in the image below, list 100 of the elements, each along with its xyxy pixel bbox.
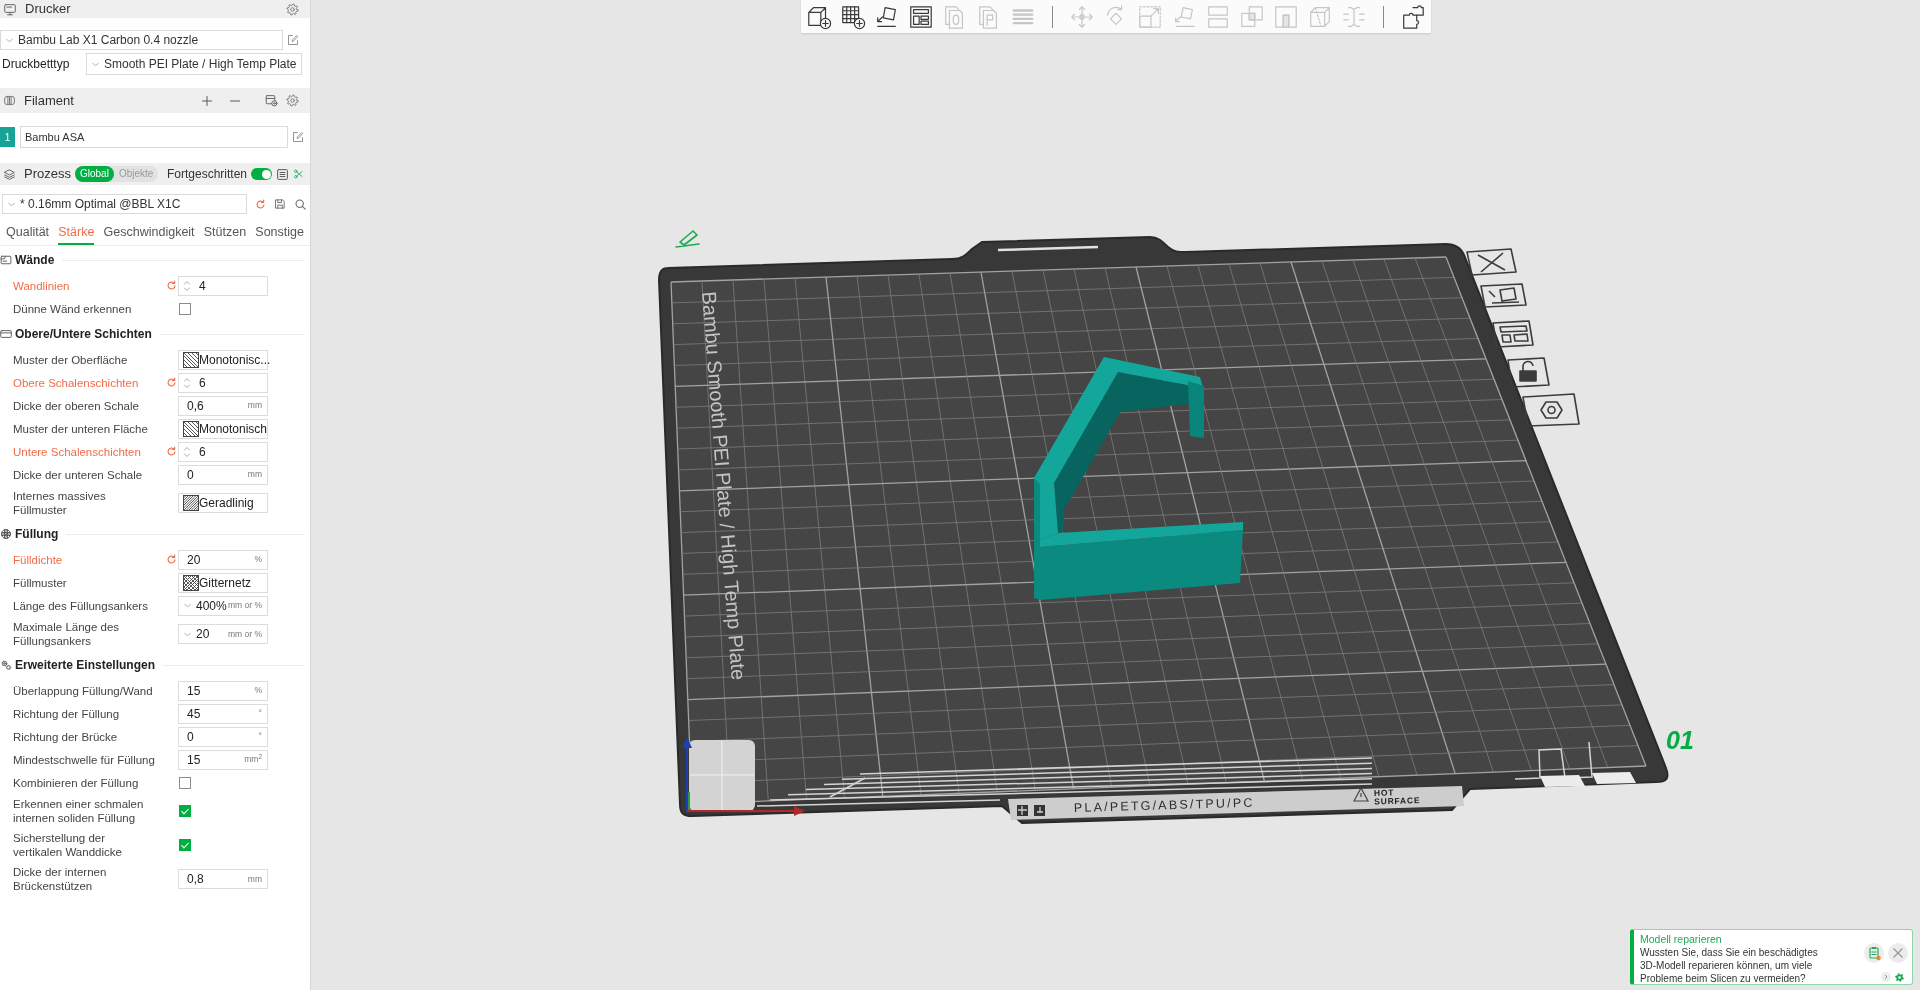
pattern-field[interactable]: Geradlinig <box>178 493 268 513</box>
scissors-icon[interactable] <box>293 168 304 180</box>
notification-title: Modell reparieren <box>1640 933 1723 946</box>
setting-label: Füllmuster <box>12 575 68 591</box>
toggle-switch[interactable] <box>251 168 272 180</box>
reset-arrow-icon[interactable] <box>166 446 177 457</box>
save-icon[interactable] <box>274 198 286 210</box>
panel-title: Drucker <box>25 0 71 19</box>
setting-label: Erkennen einer schmalen internen soliden Füllung <box>12 797 145 826</box>
warning-label: HOT SURFACE <box>1373 787 1421 807</box>
dropdown-field[interactable]: 400%mm or % <box>178 595 268 616</box>
setting-label: Kombinieren der Füllung <box>12 775 140 791</box>
list-icon[interactable] <box>276 167 289 181</box>
setting-label: Sicherstellung der vertikalen Wanddicke <box>12 831 123 860</box>
settings-tab[interactable]: Stützen <box>203 223 247 245</box>
setting-label: Maximale Länge des Füllungsankers <box>12 620 121 649</box>
edit-icon[interactable] <box>287 34 299 46</box>
stepper-arrows-icon[interactable] <box>183 444 191 459</box>
hatched-square-icon <box>183 495 199 511</box>
reset-arrow-icon[interactable] <box>166 280 177 291</box>
setting-label: Dicke der oberen Schale <box>12 398 140 414</box>
setting-label: Überlappung Füllung/Wand <box>12 683 154 699</box>
pattern-field[interactable]: Monotonisch <box>178 418 268 439</box>
section-title: Wände <box>15 252 55 269</box>
plate-type-label: Bambu Smooth PEI Plate / High Temp Plate <box>698 290 750 681</box>
checkbox[interactable] <box>179 776 191 789</box>
number-field[interactable]: 20 % <box>178 549 268 570</box>
pencil-icon[interactable] <box>675 230 700 248</box>
checkbox[interactable] <box>179 839 191 851</box>
chevron-down-icon[interactable] <box>183 601 192 610</box>
settings-tab[interactable]: Sonstige <box>255 223 304 245</box>
nut-icon[interactable] <box>1522 393 1580 427</box>
printer-select[interactable]: Bambu Lab X1 Carbon 0.4 nozzle <box>0 30 283 50</box>
spin-field[interactable]: 4 <box>178 275 268 296</box>
settings-icon[interactable] <box>286 94 299 107</box>
settings-tab[interactable]: Geschwindigkeit <box>103 223 195 245</box>
field-label: Druckbetttyp <box>1 56 71 73</box>
clipboard-icon[interactable] <box>1864 943 1884 963</box>
stepper-arrows-icon[interactable] <box>183 375 191 390</box>
warning-triangle-icon <box>1353 786 1369 802</box>
mesh-sphere-icon <box>0 528 12 540</box>
settings-icon[interactable] <box>286 2 299 16</box>
number-field[interactable]: 45 ° <box>178 703 268 724</box>
section-title: Erweiterte Einstellungen <box>15 657 156 674</box>
number-field[interactable]: 0,8 mm <box>178 869 268 889</box>
setting-label: Mindestschwelle für Füllung <box>12 752 156 768</box>
chevron-right-icon[interactable] <box>1881 972 1891 982</box>
filament-field[interactable]: Bambu ASA <box>20 126 288 148</box>
number-field[interactable]: 15 % <box>178 680 268 701</box>
tray-icon <box>0 254 12 266</box>
pattern-field[interactable]: Gitternetz <box>178 572 268 593</box>
setting-label: Obere Schalenschichten <box>12 375 140 391</box>
spin-field[interactable]: 6 <box>178 441 268 462</box>
setting-label: Untere Schalenschichten <box>12 444 142 460</box>
diagonal-lines-icon <box>183 351 199 368</box>
process-preset-select[interactable]: * 0.16mm Optimal @BBL X1C <box>2 194 247 214</box>
setting-label: Wandlinien <box>12 278 71 294</box>
number-field[interactable]: 0 mm <box>178 464 268 485</box>
setting-label: Dicke der internen Brückenstützen <box>12 865 108 894</box>
edit-icon[interactable] <box>292 131 304 143</box>
pattern-field[interactable]: Monotonisc... <box>178 349 268 370</box>
settings-tab[interactable]: Qualität <box>6 223 50 245</box>
advanced-label: Fortgeschritten <box>166 166 247 183</box>
setting-label: Muster der Oberfläche <box>12 352 129 368</box>
layout-icon[interactable] <box>907 3 934 30</box>
number-field[interactable]: 15 mm$^{2}$ <box>178 749 268 770</box>
setting-label: Muster der unteren Fläche <box>12 421 149 437</box>
close-icon[interactable] <box>1466 248 1517 276</box>
plate-logo-icon <box>1017 805 1045 816</box>
number-field[interactable]: 0,6 mm <box>178 395 268 416</box>
checkbox[interactable] <box>179 302 191 315</box>
panel-title: Filament <box>24 91 74 110</box>
reset-arrow-icon[interactable] <box>166 377 177 388</box>
bed-type-select[interactable]: Smooth PEI Plate / High Temp Plate <box>86 53 302 75</box>
box-gear-icon[interactable] <box>265 94 278 107</box>
notification-text: Wussten Sie, dass Sie ein beschädigtes 3D-Modell reparieren können, um viele Probleme beim Slicen zu vermeiden? <box>1640 946 1819 985</box>
dropdown-field[interactable]: 20 mm or % <box>178 624 268 644</box>
diagonal-lines-icon <box>183 420 199 437</box>
spool-icon <box>3 94 16 107</box>
padlock-icon[interactable] <box>1507 357 1550 388</box>
reset-arrow-icon[interactable] <box>255 198 266 210</box>
number-field[interactable]: 0 ° <box>178 726 268 747</box>
settings-icon[interactable] <box>1895 972 1904 982</box>
search-icon[interactable] <box>294 197 307 211</box>
monitor-icon <box>3 2 17 16</box>
reset-arrow-icon[interactable] <box>166 554 177 565</box>
grid-plus-icon[interactable] <box>839 3 866 30</box>
setting-label: Dicke der unteren Schale <box>12 467 144 483</box>
stepper-arrows-icon[interactable] <box>183 278 191 293</box>
gears-icon <box>0 659 12 671</box>
window-icon <box>0 328 12 340</box>
checkbox[interactable] <box>179 805 191 817</box>
setting-label: Richtung der Brücke <box>12 729 119 745</box>
plate-number: 01 <box>1666 726 1694 754</box>
setting-label: Dünne Wänd erkennen <box>12 301 133 317</box>
plus-icon[interactable] <box>201 94 213 107</box>
layout-icon[interactable] <box>1492 320 1534 348</box>
setting-label: Fülldichte <box>12 552 64 568</box>
setting-label: Länge des Füllungsankers <box>12 598 149 614</box>
spin-field[interactable]: 6 <box>178 372 268 393</box>
